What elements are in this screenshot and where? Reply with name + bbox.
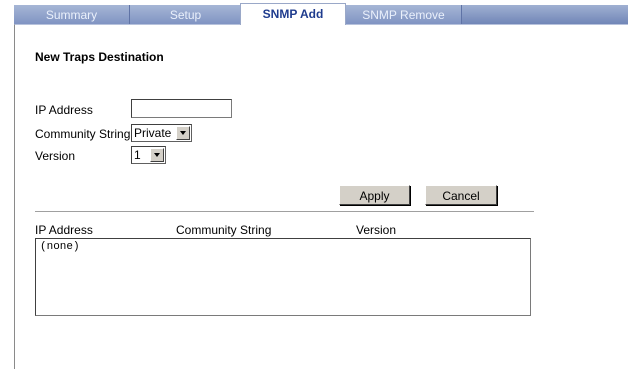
content-panel [14, 24, 628, 369]
tab-snmp-add[interactable]: SNMP Add [240, 3, 346, 25]
dropdown-arrow-icon[interactable] [176, 126, 190, 140]
community-string-select[interactable]: Private [131, 124, 192, 142]
version-select[interactable]: 1 [131, 146, 166, 164]
tab-snmp-remove[interactable]: SNMP Remove [346, 5, 462, 25]
tab-setup[interactable]: Setup [130, 5, 242, 25]
ip-address-input[interactable] [131, 99, 232, 118]
section-heading: New Traps Destination [35, 50, 164, 64]
list-item[interactable]: (none) [40, 241, 526, 253]
dropdown-arrow-icon[interactable] [150, 148, 164, 162]
column-header-community-string: Community String [176, 223, 272, 237]
tab-summary[interactable]: Summary [14, 5, 130, 25]
version-label: Version [35, 149, 76, 163]
column-header-version: Version [356, 223, 397, 237]
tab-bar: Summary Setup SNMP Remove SNMP Add [0, 0, 628, 25]
column-header-ip-address: IP Address [35, 223, 93, 237]
tab-bar-filler [462, 5, 628, 25]
community-string-label: Community String [35, 127, 131, 141]
version-value: 1 [134, 148, 141, 162]
ip-address-label: IP Address [35, 103, 93, 117]
community-string-value: Private [134, 126, 172, 140]
traps-destination-list[interactable]: (none) [35, 238, 531, 316]
apply-button[interactable]: Apply [339, 185, 410, 205]
cancel-button[interactable]: Cancel [425, 185, 497, 205]
divider [35, 211, 534, 213]
